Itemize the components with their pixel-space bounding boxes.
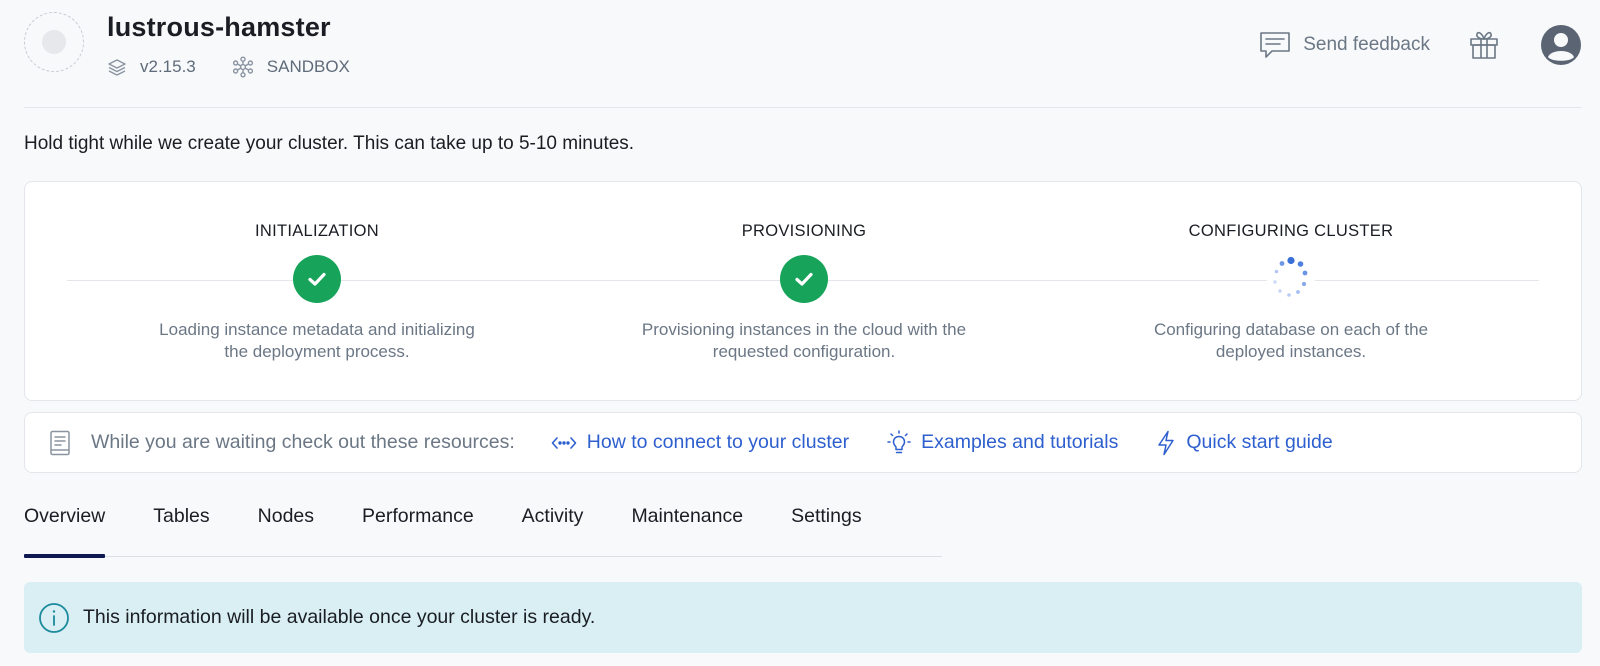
how-to-connect-label: How to connect to your cluster (586, 431, 850, 453)
info-notice: This information will be available once … (24, 582, 1582, 653)
quick-start-link[interactable]: Quick start guide (1156, 430, 1333, 456)
tab-nodes[interactable]: Nodes (258, 501, 314, 557)
document-icon (49, 430, 71, 456)
creation-status-message: Hold tight while we create your cluster.… (24, 133, 635, 154)
gift-button[interactable] (1468, 29, 1500, 61)
plan-label: SANDBOX (266, 57, 350, 76)
cluster-meta: v2.15.3 SANDBOX (107, 56, 386, 78)
cluster-tabs: Overview Tables Nodes Performance Activi… (24, 501, 942, 558)
step-initialization: INITIALIZATION Loading instance metadata… (127, 222, 507, 363)
tab-performance[interactable]: Performance (362, 501, 474, 557)
cluster-name: lustrous-hamster (107, 12, 331, 42)
step-title: PROVISIONING (741, 222, 867, 240)
step-title: CONFIGURING CLUSTER (1188, 222, 1394, 240)
cluster-avatar (24, 12, 84, 72)
version-label: v2.15.3 (140, 57, 196, 76)
step-configuring-cluster: CONFIGURING CLUSTER Configuring database… (1101, 222, 1481, 363)
quick-start-label: Quick start guide (1186, 431, 1333, 453)
info-icon (39, 602, 69, 633)
gift-icon (1470, 31, 1498, 59)
step-description: Provisioning instances in the cloud with… (641, 320, 967, 361)
cluster-header: lustrous-hamster v2.15.3 SANDBOX Send fe… (24, 0, 1582, 108)
step-provisioning: PROVISIONING Provisioning instances in t… (614, 222, 994, 363)
step-title: INITIALIZATION (255, 222, 379, 240)
code-arrows-icon (551, 436, 577, 449)
sandbox-icon (232, 56, 253, 78)
spinner-icon (1273, 257, 1308, 297)
step-in-progress-indicator (1267, 255, 1315, 303)
version-info: v2.15.3 (107, 57, 196, 77)
step-complete-indicator (780, 255, 828, 303)
step-complete-indicator (293, 255, 341, 303)
send-feedback-label: Send feedback (1303, 34, 1430, 55)
header-actions: Send feedback (1259, 24, 1582, 66)
resources-bar: While you are waiting check out these re… (24, 412, 1582, 473)
tab-settings[interactable]: Settings (791, 501, 861, 557)
user-menu-button[interactable] (1540, 24, 1582, 66)
feedback-icon (1260, 32, 1291, 58)
user-icon (1541, 25, 1581, 65)
tab-tables[interactable]: Tables (153, 501, 209, 557)
info-notice-text: This information will be available once … (83, 606, 596, 628)
provisioning-steps: INITIALIZATION Loading instance metadata… (24, 181, 1582, 401)
how-to-connect-link[interactable]: How to connect to your cluster (551, 431, 849, 454)
plan-info: SANDBOX (232, 56, 350, 78)
resources-lead-text: While you are waiting check out these re… (91, 431, 515, 453)
examples-tutorials-link[interactable]: Examples and tutorials (887, 429, 1119, 456)
check-icon (308, 272, 326, 286)
tab-overview[interactable]: Overview (24, 501, 106, 558)
step-description: Configuring database on each of the depl… (1153, 320, 1429, 361)
tab-maintenance[interactable]: Maintenance (631, 501, 743, 557)
tab-activity[interactable]: Activity (522, 501, 584, 557)
check-icon (795, 272, 813, 286)
lightbulb-icon (887, 429, 911, 453)
step-description: Loading instance metadata and initializi… (159, 320, 475, 361)
layers-icon (108, 59, 126, 76)
lightning-icon (1158, 430, 1175, 455)
examples-tutorials-label: Examples and tutorials (921, 431, 1119, 453)
send-feedback-button[interactable]: Send feedback (1259, 30, 1430, 60)
